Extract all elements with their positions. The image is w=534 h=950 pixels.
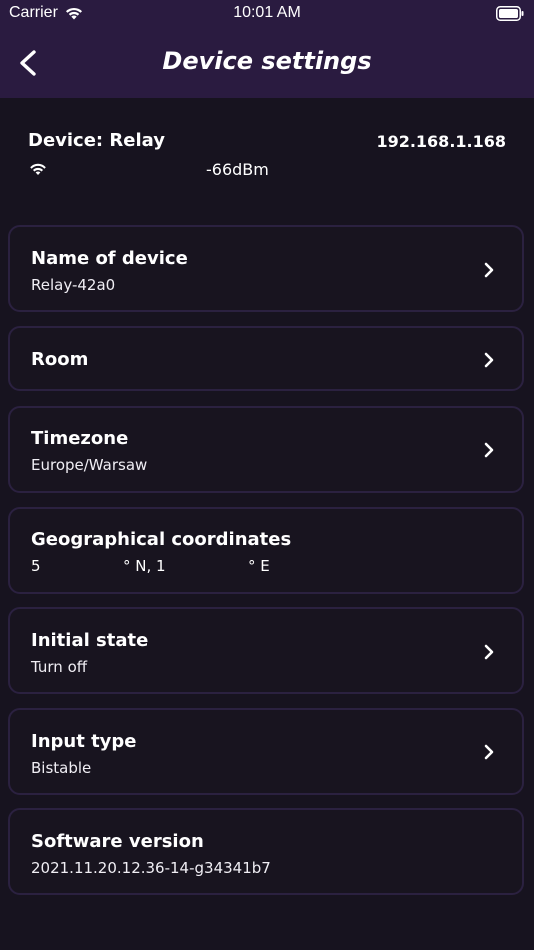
coordinates-title: Geographical coordinates — [31, 529, 292, 550]
device-type-label: Device: Relay — [28, 130, 165, 151]
timezone-row[interactable]: Timezone Europe/Warsaw — [8, 406, 524, 493]
back-chevron-icon[interactable] — [14, 46, 44, 80]
longitude-suffix: ° E — [248, 557, 270, 575]
timezone-title: Timezone — [31, 428, 129, 449]
navigation-bar: Device settings — [0, 28, 534, 98]
battery-icon — [496, 6, 524, 21]
wifi-icon — [30, 163, 46, 175]
initial-state-row[interactable]: Initial state Turn off — [8, 607, 524, 694]
chevron-right-icon — [484, 352, 494, 368]
room-title: Room — [31, 349, 89, 370]
page-title: Device settings — [162, 47, 372, 75]
status-bar: Carrier 10:01 AM — [0, 0, 534, 28]
software-version-value: 2021.11.20.12.36-14-g34341b7 — [31, 859, 271, 877]
chevron-right-icon — [484, 442, 494, 458]
initial-state-title: Initial state — [31, 630, 149, 651]
name-of-device-row[interactable]: Name of device Relay-42a0 — [8, 225, 524, 312]
chevron-right-icon — [484, 744, 494, 760]
initial-state-value: Turn off — [31, 658, 88, 676]
device-info: Device: Relay 192.168.1.168 -66dBm — [28, 130, 506, 190]
latitude-suffix: ° N, 1 — [123, 557, 166, 575]
signal-strength: -66dBm — [206, 160, 269, 179]
name-of-device-title: Name of device — [31, 248, 188, 269]
input-type-title: Input type — [31, 731, 137, 752]
software-version-row: Software version 2021.11.20.12.36-14-g34… — [8, 808, 524, 895]
name-of-device-value: Relay-42a0 — [31, 276, 116, 294]
input-type-value: Bistable — [31, 759, 92, 777]
status-time: 10:01 AM — [233, 4, 301, 21]
input-type-row[interactable]: Input type Bistable — [8, 708, 524, 795]
device-ip: 192.168.1.168 — [376, 132, 506, 151]
geographical-coordinates-row[interactable]: Geographical coordinates 5 ° N, 1 ° E — [8, 507, 524, 594]
timezone-value: Europe/Warsaw — [31, 456, 148, 474]
software-version-title: Software version — [31, 831, 204, 852]
chevron-right-icon — [484, 644, 494, 660]
room-row[interactable]: Room — [8, 326, 524, 391]
latitude-value: 5 — [31, 557, 41, 575]
chevron-right-icon — [484, 262, 494, 278]
